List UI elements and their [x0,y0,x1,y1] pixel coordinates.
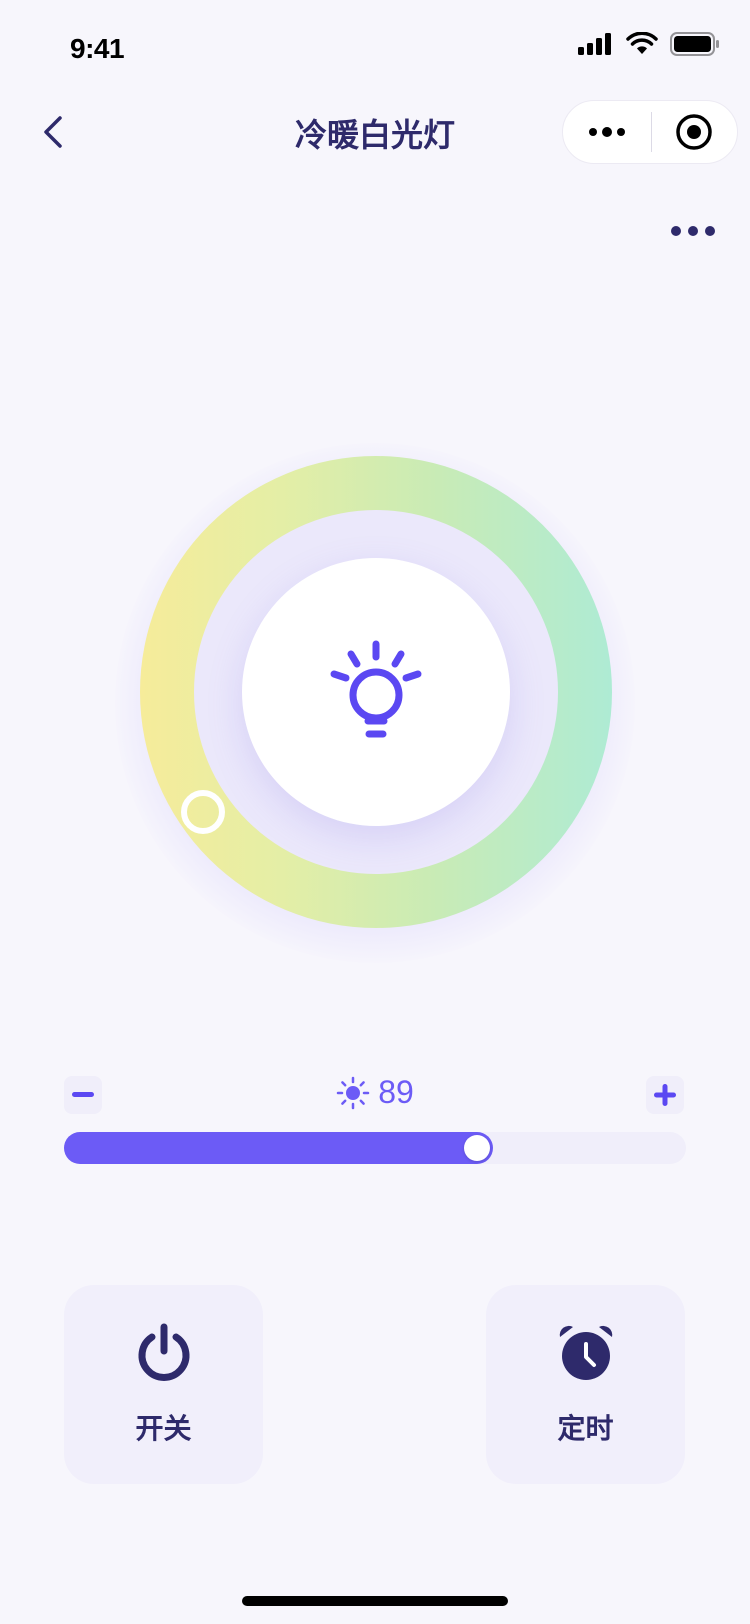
more-dots-icon [671,226,715,236]
mini-program-capsule [562,100,738,164]
wifi-icon [626,32,658,54]
battery-icon [670,32,719,56]
device-control-page: 9:41 冷暖白光灯 89 开关 定时 [0,0,750,1624]
power-toggle-button[interactable]: 开关 [64,1285,263,1484]
home-indicator [242,1596,508,1606]
capsule-more-button[interactable] [563,100,651,164]
brightness-increase-button[interactable] [646,1076,684,1114]
plus-icon [654,1084,676,1106]
capsule-close-button[interactable] [652,100,738,164]
device-more-button[interactable] [668,216,718,246]
timer-button[interactable]: 定时 [486,1285,685,1484]
signal-icon [578,33,611,55]
brightness-slider-fill [64,1132,493,1164]
status-time: 9:41 [70,33,125,64]
light-center-button[interactable] [242,558,510,826]
brightness-readout: 89 [0,1074,750,1111]
power-label: 开关 [135,1413,192,1444]
color-temperature-handle[interactable] [181,790,225,834]
brightness-value: 89 [378,1074,414,1110]
sun-icon [336,1076,370,1109]
capsule-close-icon [676,114,712,150]
status-bar: 9:41 [0,0,750,88]
timer-label: 定时 [557,1413,614,1444]
status-icons [578,32,720,56]
brightness-slider[interactable] [64,1132,686,1164]
alarm-clock-icon [559,1325,613,1380]
brightness-slider-thumb[interactable] [464,1135,490,1161]
light-bulb-icon [330,640,422,738]
more-dots-icon [588,127,625,137]
power-icon [138,1323,190,1381]
